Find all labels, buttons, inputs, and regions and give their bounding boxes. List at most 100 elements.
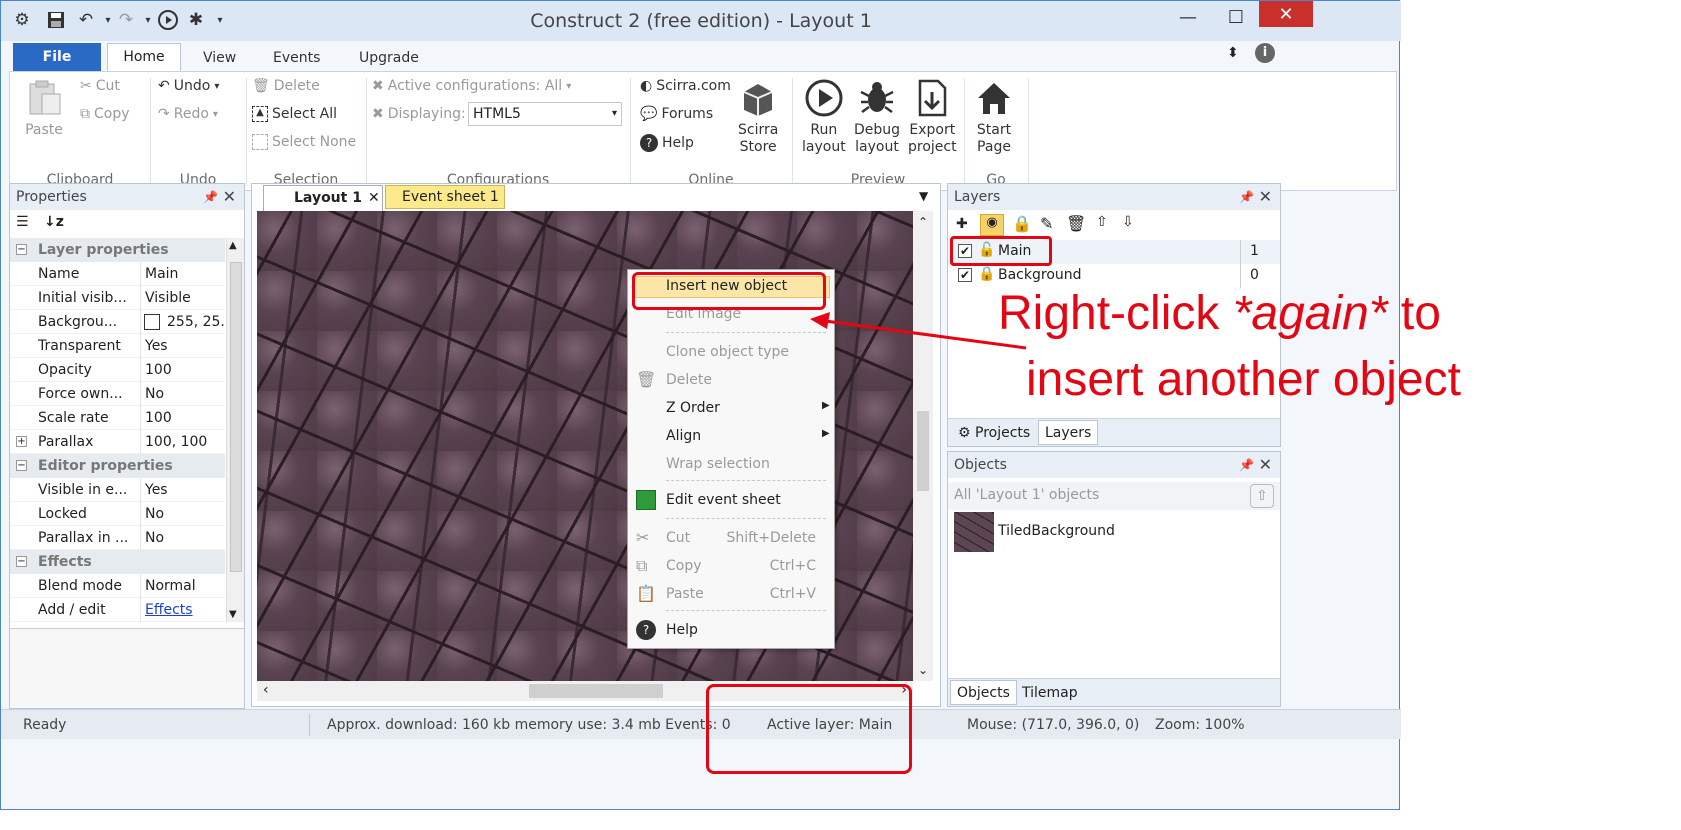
maximize-button[interactable]: ☐ [1213, 3, 1259, 31]
about-info-icon[interactable]: i [1255, 43, 1275, 63]
property-value[interactable]: 100, 100 [140, 430, 225, 454]
redo-button[interactable]: ↷ Redo ▾ [158, 106, 218, 122]
property-value[interactable]: No [140, 502, 225, 526]
select-none-button[interactable]: Select None [252, 134, 356, 150]
categorized-view-icon[interactable]: ☰ [16, 214, 29, 230]
menu-item-help[interactable]: Help [666, 622, 698, 638]
minimize-button[interactable]: — [1165, 3, 1211, 31]
property-row[interactable]: Visible in e... Yes [10, 478, 225, 502]
scroll-down-icon[interactable]: ▼ [229, 609, 237, 620]
pin-icon[interactable]: 📌 [1239, 452, 1254, 478]
scroll-up-icon[interactable]: ⌃ [918, 215, 928, 229]
scroll-thumb[interactable] [917, 411, 929, 491]
category-editor-properties[interactable]: − Editor properties [10, 454, 225, 478]
scroll-down-icon[interactable]: ⌄ [918, 663, 928, 677]
delete-button[interactable]: 🗑 Delete [252, 78, 320, 94]
close-panel-icon[interactable]: ✕ [1259, 452, 1272, 478]
layer-row-background[interactable]: ✔ 🔒 Background 0 [948, 264, 1280, 288]
property-value[interactable]: No [140, 526, 225, 550]
debug-layout-button[interactable]: Debug layout [854, 78, 900, 156]
category-layer-properties[interactable]: − Layer properties [10, 238, 225, 262]
close-panel-icon[interactable]: ✕ [1259, 184, 1272, 210]
property-value[interactable]: Yes [140, 478, 225, 502]
property-value[interactable]: No [140, 382, 225, 406]
menu-item-delete[interactable]: Delete [666, 372, 712, 388]
expand-icon[interactable]: + [16, 436, 27, 447]
pin-icon[interactable]: 📌 [1239, 184, 1254, 210]
export-project-button[interactable]: Export project [908, 78, 957, 156]
tab-layers[interactable]: Layers [1038, 420, 1099, 445]
tab-layout-1[interactable]: Layout 1 ✕ [263, 185, 383, 211]
property-row[interactable]: Backgrou...255, 25... [10, 310, 225, 334]
scroll-thumb[interactable] [230, 262, 242, 572]
layer-visible-checkbox[interactable]: ✔ [958, 268, 972, 282]
scirra-store-button[interactable]: Scirra Store [738, 78, 778, 156]
menu-item-copy[interactable]: Copy [666, 558, 702, 574]
pin-icon[interactable]: 📌 [203, 184, 218, 210]
category-effects[interactable]: − Effects [10, 550, 225, 574]
property-value[interactable]: Visible [140, 286, 225, 310]
property-value[interactable]: Main [140, 262, 225, 286]
scroll-up-icon[interactable]: ▲ [229, 240, 237, 251]
property-row[interactable]: Add / edit Effects [10, 598, 225, 622]
menu-item-cut[interactable]: Cut [666, 530, 690, 546]
menu-item-wrap-selection[interactable]: Wrap selection [666, 456, 770, 472]
property-row[interactable]: Locked No [10, 502, 225, 526]
property-row[interactable]: Name Main [10, 262, 225, 286]
ribbon-collapse-icon[interactable]: ⬍ [1227, 45, 1239, 61]
property-value[interactable]: 100 [140, 406, 225, 430]
property-row[interactable]: Blend mode Normal [10, 574, 225, 598]
copy-button[interactable]: ⧉ Copy [80, 106, 130, 122]
scroll-left-icon[interactable]: ‹ [263, 682, 269, 698]
property-row[interactable]: Transparent Yes [10, 334, 225, 358]
file-tab[interactable]: File [13, 43, 101, 71]
tab-upgrade[interactable]: Upgrade [343, 46, 435, 71]
tab-tilemap[interactable]: Tilemap [1016, 681, 1084, 705]
tab-home[interactable]: Home [107, 43, 181, 72]
tab-events[interactable]: Events [257, 46, 336, 71]
add-layer-icon[interactable]: ✚ [956, 216, 968, 232]
properties-scrollbar[interactable]: ▲ ▼ [226, 238, 244, 622]
menu-item-edit-event-sheet[interactable]: Edit event sheet [666, 492, 781, 508]
help-link[interactable]: ? Help [640, 134, 694, 152]
menu-item-z-order[interactable]: Z Order [666, 400, 720, 416]
select-all-button[interactable]: ▲ Select All [252, 106, 337, 122]
tab-view[interactable]: View [187, 46, 252, 71]
canvas-vertical-scrollbar[interactable]: ⌃ ⌄ [913, 211, 933, 681]
property-row[interactable]: Parallax in ... No [10, 526, 225, 550]
scroll-thumb[interactable] [529, 684, 663, 698]
menu-item-paste[interactable]: Paste [666, 586, 704, 602]
tab-list-dropdown-icon[interactable]: ▼ [919, 189, 928, 203]
cut-button[interactable]: ✂ Cut [80, 78, 120, 94]
property-row[interactable]: Opacity 100 [10, 358, 225, 382]
object-item-tiledbackground[interactable]: TiledBackground [954, 512, 1274, 554]
active-configurations-dropdown[interactable]: ✖ Active configurations: All ▾ [372, 78, 571, 94]
effects-link[interactable]: Effects [140, 598, 225, 622]
locked-icon[interactable]: 🔒 [978, 266, 995, 282]
sort-az-icon[interactable]: ↓z [44, 214, 64, 230]
move-up-icon[interactable]: ⇧ [1096, 214, 1108, 230]
eye-icon[interactable]: ◉ [980, 214, 1004, 236]
menu-item-clone-object-type[interactable]: Clone object type [666, 344, 789, 360]
property-row[interactable]: + Parallax 100, 100 [10, 430, 225, 454]
close-tab-icon[interactable]: ✕ [368, 186, 380, 210]
pencil-icon[interactable]: ✎ [1040, 214, 1053, 233]
tab-event-sheet-1[interactable]: Event sheet 1 [385, 185, 505, 209]
property-row[interactable]: Force own... No [10, 382, 225, 406]
property-value[interactable]: 100 [140, 358, 225, 382]
lock-icon[interactable]: 🔒 [1012, 214, 1032, 233]
displaying-select[interactable]: HTML5 ▾ [468, 102, 622, 126]
property-value[interactable]: Yes [140, 334, 225, 358]
property-row[interactable]: Initial visib... Visible [10, 286, 225, 310]
undo-button[interactable]: ↶ Undo ▾ [158, 78, 219, 94]
tab-projects[interactable]: ⚙ Projects [952, 421, 1036, 445]
close-panel-icon[interactable]: ✕ [223, 184, 236, 210]
paste-button[interactable]: Paste [24, 78, 64, 139]
tab-objects[interactable]: Objects [950, 680, 1017, 705]
trash-icon[interactable]: 🗑 [1066, 214, 1086, 233]
move-down-icon[interactable]: ⇩ [1122, 214, 1134, 230]
folder-up-icon[interactable]: ⇧ [1250, 484, 1274, 508]
menu-item-align[interactable]: Align [666, 428, 701, 444]
property-value[interactable]: Normal [140, 574, 225, 598]
scirra-link[interactable]: ◐ Scirra.com [640, 78, 731, 94]
